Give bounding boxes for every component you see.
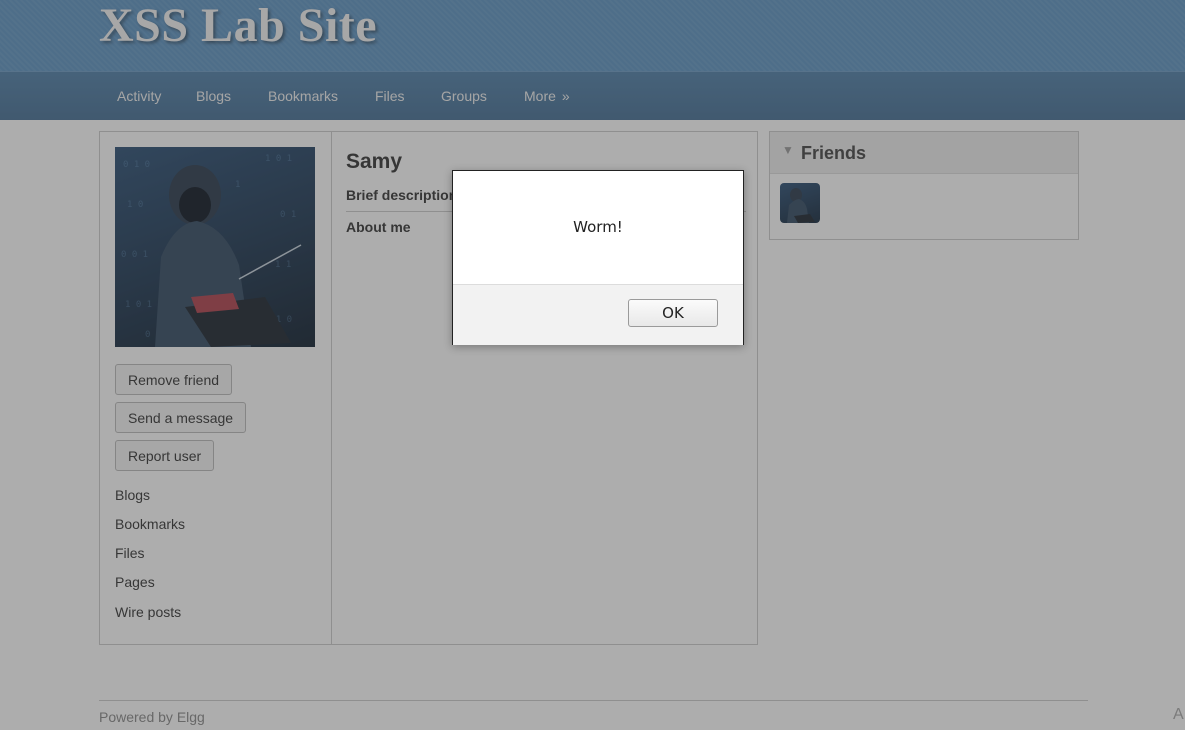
alert-dialog: Worm! OK: [452, 170, 744, 345]
ok-button[interactable]: OK: [628, 299, 718, 327]
modal-overlay: [0, 0, 1185, 730]
alert-footer: OK: [453, 284, 743, 345]
alert-message: Worm!: [573, 218, 623, 236]
